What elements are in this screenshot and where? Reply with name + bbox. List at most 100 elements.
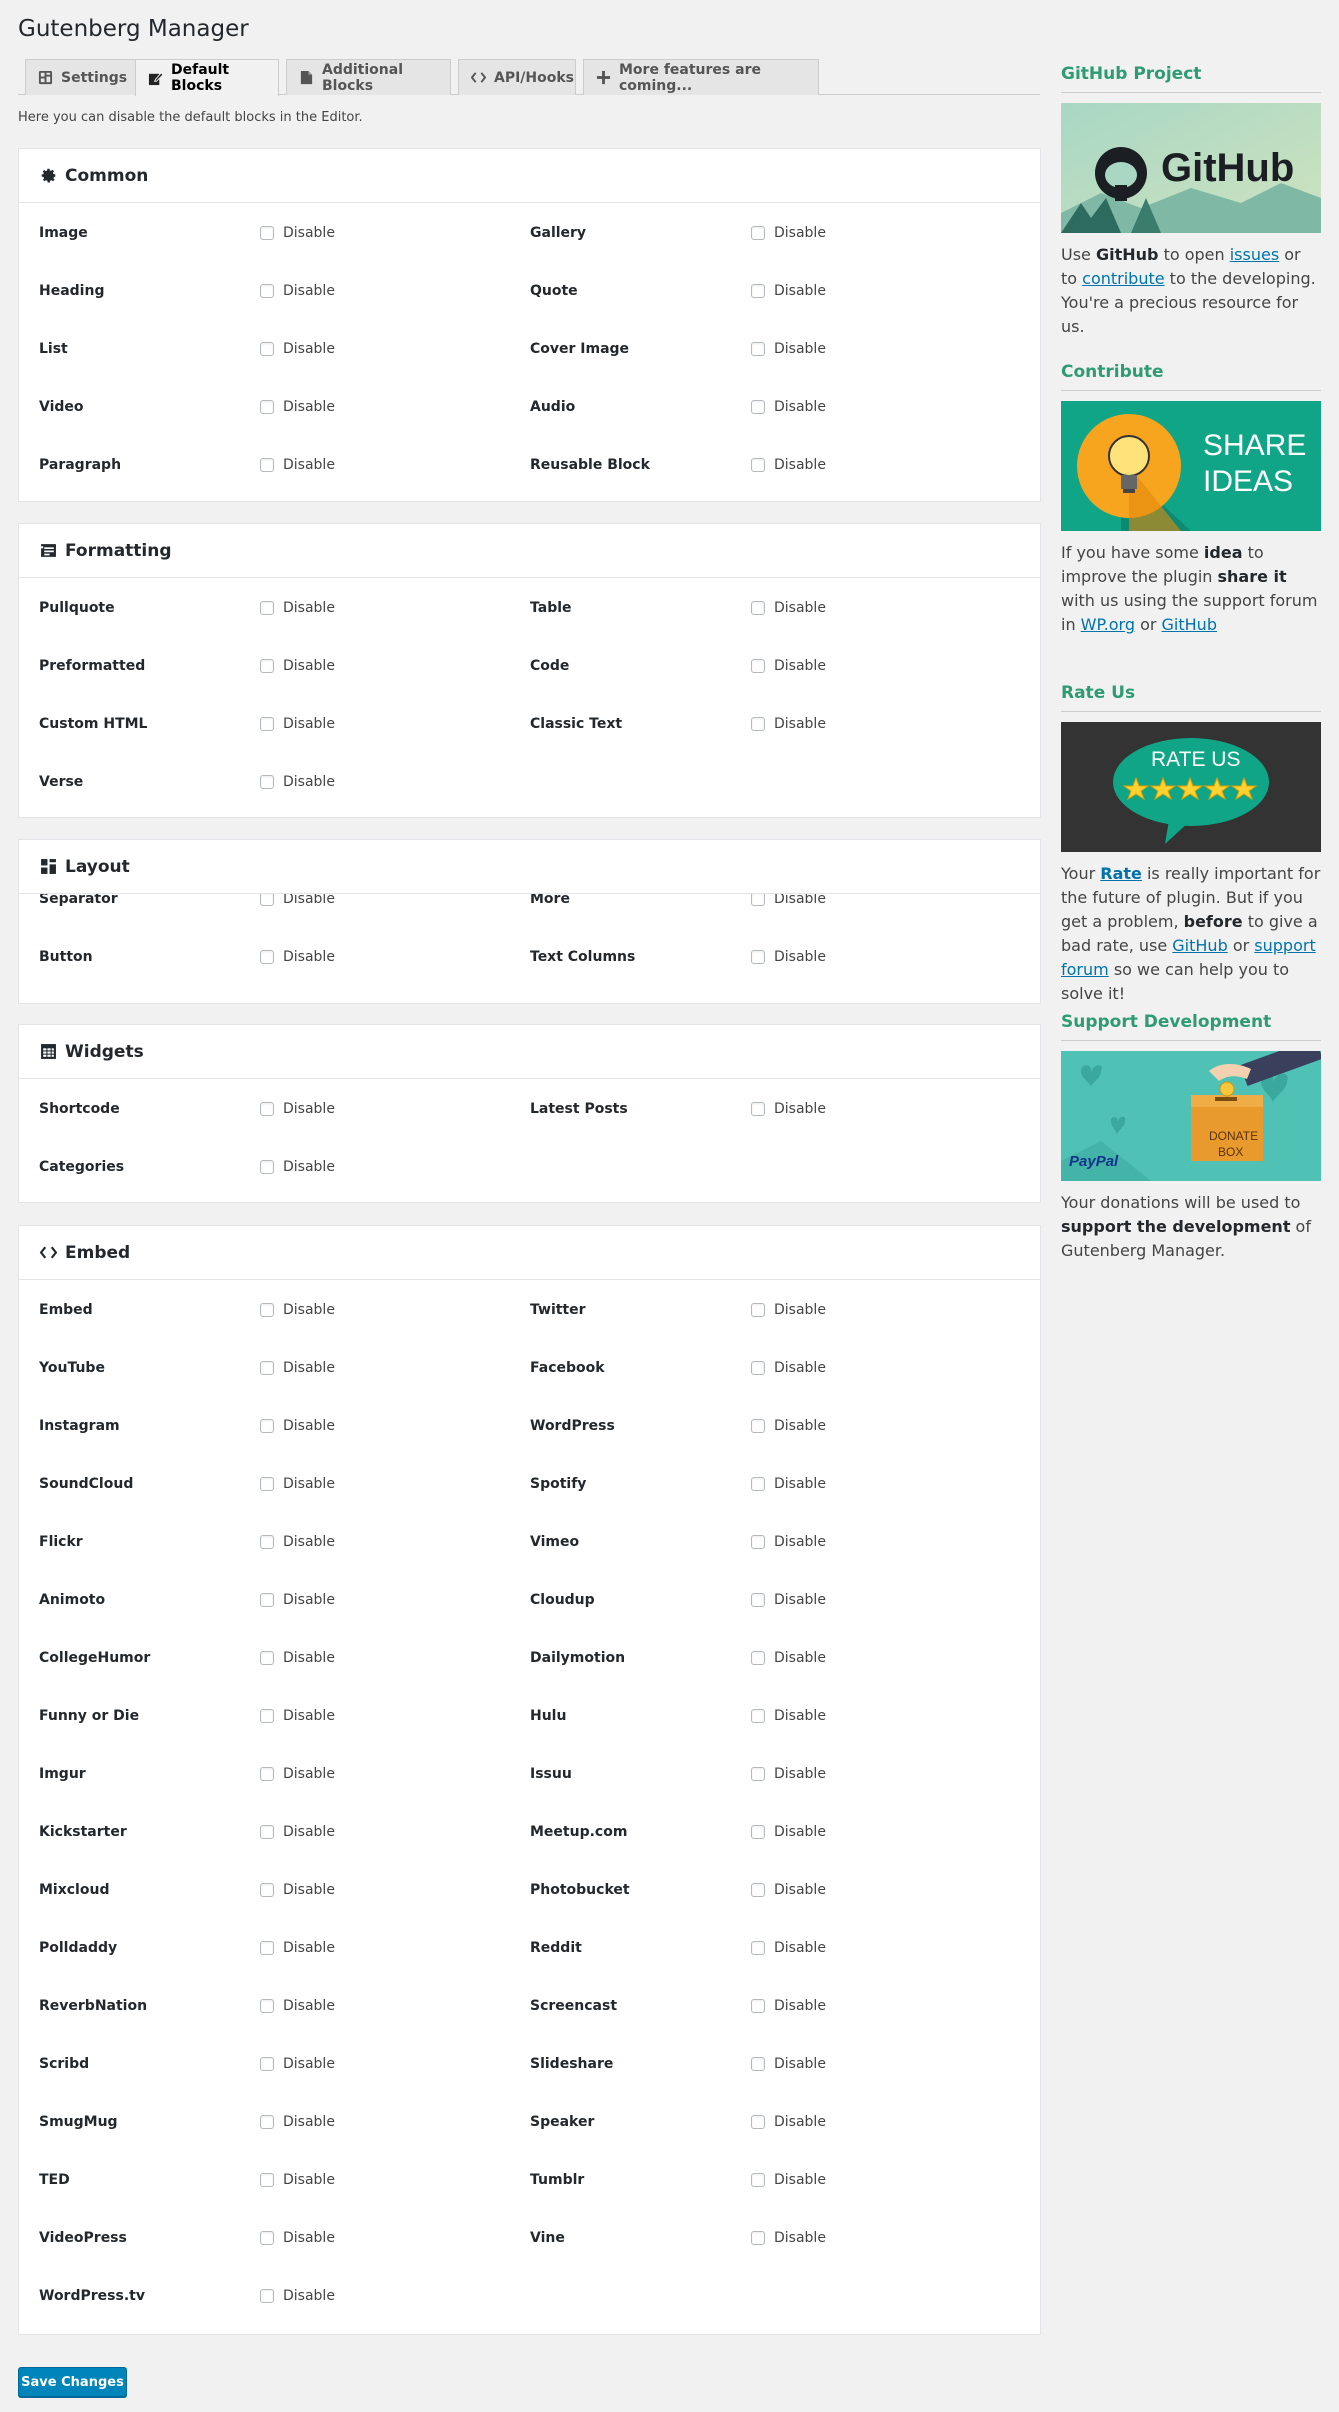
checkbox-box[interactable] [751,2115,765,2129]
tab-additional-blocks[interactable]: Additional Blocks [286,59,451,95]
checkbox-box[interactable] [260,1160,274,1174]
checkbox-box[interactable] [260,2057,274,2071]
checkbox-box[interactable] [751,1709,765,1723]
checkbox-box[interactable] [260,284,274,298]
issues-link[interactable]: issues [1230,245,1279,264]
github-link[interactable]: GitHub [1172,936,1227,955]
donate-banner[interactable]: DONATE BOX PayPal [1061,1051,1321,1181]
github-banner[interactable]: GitHub [1061,103,1321,233]
checkbox-box[interactable] [751,950,765,964]
rate-us-banner[interactable]: RATE US [1061,722,1321,852]
disable-cover-image-checkbox[interactable]: Disable [751,341,826,357]
checkbox-box[interactable] [751,1102,765,1116]
disable-quote-checkbox[interactable]: Disable [751,283,826,299]
checkbox-box[interactable] [751,284,765,298]
disable-instagram-checkbox[interactable]: Disable [260,1418,335,1434]
checkbox-box[interactable] [260,400,274,414]
checkbox-box[interactable] [751,226,765,240]
checkbox-box[interactable] [751,1825,765,1839]
disable-heading-checkbox[interactable]: Disable [260,283,335,299]
checkbox-box[interactable] [260,1767,274,1781]
disable-image-checkbox[interactable]: Disable [260,225,335,241]
checkbox-box[interactable] [260,2289,274,2303]
disable-custom-html-checkbox[interactable]: Disable [260,716,335,732]
checkbox-box[interactable] [751,601,765,615]
disable-cloudup-checkbox[interactable]: Disable [751,1592,826,1608]
disable-screencast-checkbox[interactable]: Disable [751,1998,826,2014]
disable-soundcloud-checkbox[interactable]: Disable [260,1476,335,1492]
disable-text-columns-checkbox[interactable]: Disable [751,949,826,965]
checkbox-box[interactable] [751,2231,765,2245]
checkbox-box[interactable] [260,1419,274,1433]
checkbox-box[interactable] [751,458,765,472]
disable-flickr-checkbox[interactable]: Disable [260,1534,335,1550]
disable-verse-checkbox[interactable]: Disable [260,774,335,790]
tab-settings[interactable]: Settings [25,59,136,95]
checkbox-box[interactable] [260,1593,274,1607]
checkbox-box[interactable] [260,2173,274,2187]
disable-button-checkbox[interactable]: Disable [260,949,335,965]
checkbox-box[interactable] [751,1593,765,1607]
disable-tumblr-checkbox[interactable]: Disable [751,2172,826,2188]
checkbox-box[interactable] [260,717,274,731]
checkbox-box[interactable] [751,2173,765,2187]
disable-classic-text-checkbox[interactable]: Disable [751,716,826,732]
disable-vine-checkbox[interactable]: Disable [751,2230,826,2246]
disable-twitter-checkbox[interactable]: Disable [751,1302,826,1318]
tab-api-hooks[interactable]: API/Hooks [458,59,576,95]
checkbox-box[interactable] [260,342,274,356]
disable-hulu-checkbox[interactable]: Disable [751,1708,826,1724]
disable-spotify-checkbox[interactable]: Disable [751,1476,826,1492]
checkbox-box[interactable] [260,894,274,906]
disable-facebook-checkbox[interactable]: Disable [751,1360,826,1376]
checkbox-box[interactable] [260,1825,274,1839]
checkbox-box[interactable] [260,2115,274,2129]
checkbox-box[interactable] [751,1999,765,2013]
disable-meetup-com-checkbox[interactable]: Disable [751,1824,826,1840]
disable-gallery-checkbox[interactable]: Disable [751,225,826,241]
disable-collegehumor-checkbox[interactable]: Disable [260,1650,335,1666]
disable-list-checkbox[interactable]: Disable [260,341,335,357]
disable-separator-checkbox[interactable]: Disable [260,894,335,907]
disable-table-checkbox[interactable]: Disable [751,600,826,616]
checkbox-box[interactable] [751,1361,765,1375]
disable-speaker-checkbox[interactable]: Disable [751,2114,826,2130]
checkbox-box[interactable] [751,1477,765,1491]
checkbox-box[interactable] [751,1651,765,1665]
disable-issuu-checkbox[interactable]: Disable [751,1766,826,1782]
disable-imgur-checkbox[interactable]: Disable [260,1766,335,1782]
checkbox-box[interactable] [260,1102,274,1116]
checkbox-box[interactable] [260,1651,274,1665]
disable-vimeo-checkbox[interactable]: Disable [751,1534,826,1550]
disable-dailymotion-checkbox[interactable]: Disable [751,1650,826,1666]
disable-pullquote-checkbox[interactable]: Disable [260,600,335,616]
rate-link[interactable]: Rate [1100,864,1142,883]
checkbox-box[interactable] [751,1767,765,1781]
github-link[interactable]: GitHub [1162,615,1217,634]
checkbox-box[interactable] [260,1941,274,1955]
wporg-link[interactable]: WP.org [1081,615,1135,634]
disable-shortcode-checkbox[interactable]: Disable [260,1101,335,1117]
disable-kickstarter-checkbox[interactable]: Disable [260,1824,335,1840]
checkbox-box[interactable] [260,950,274,964]
checkbox-box[interactable] [260,2231,274,2245]
disable-wordpress-tv-checkbox[interactable]: Disable [260,2288,335,2304]
disable-polldaddy-checkbox[interactable]: Disable [260,1940,335,1956]
checkbox-box[interactable] [260,226,274,240]
checkbox-box[interactable] [260,1999,274,2013]
save-changes-button[interactable]: Save Changes [18,2367,127,2397]
disable-reddit-checkbox[interactable]: Disable [751,1940,826,1956]
disable-mixcloud-checkbox[interactable]: Disable [260,1882,335,1898]
checkbox-box[interactable] [751,342,765,356]
checkbox-box[interactable] [260,458,274,472]
disable-reverbnation-checkbox[interactable]: Disable [260,1998,335,2014]
disable-smugmug-checkbox[interactable]: Disable [260,2114,335,2130]
checkbox-box[interactable] [260,1361,274,1375]
disable-paragraph-checkbox[interactable]: Disable [260,457,335,473]
checkbox-box[interactable] [751,1941,765,1955]
disable-more-checkbox[interactable]: Disable [751,894,826,907]
disable-photobucket-checkbox[interactable]: Disable [751,1882,826,1898]
checkbox-box[interactable] [751,400,765,414]
disable-video-checkbox[interactable]: Disable [260,399,335,415]
checkbox-box[interactable] [260,659,274,673]
